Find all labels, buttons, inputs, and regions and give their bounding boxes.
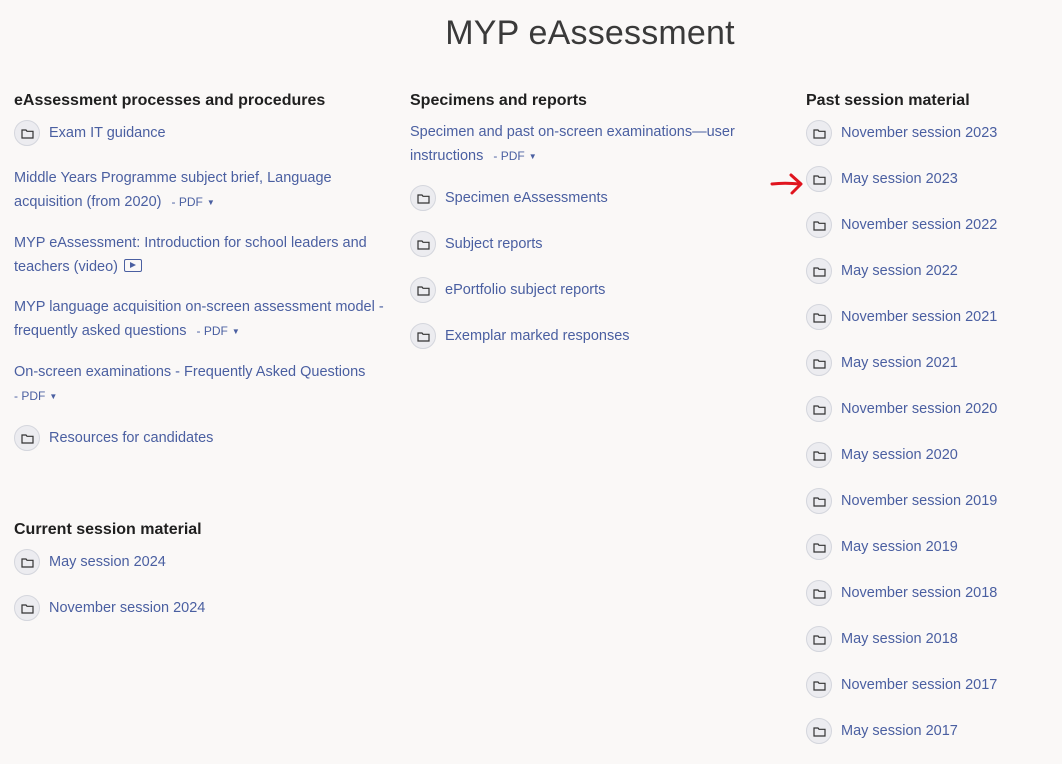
folder-past-session-item[interactable]: May session 2022 bbox=[806, 258, 1056, 284]
folder-icon bbox=[806, 442, 832, 468]
processes-column: eAssessment processes and procedures Exa… bbox=[14, 92, 384, 471]
folder-label: May session 2023 bbox=[841, 171, 958, 187]
faq-language-link[interactable]: MYP language acquisition on-screen asses… bbox=[14, 295, 384, 344]
folder-label: November session 2018 bbox=[841, 585, 998, 601]
folder-icon bbox=[410, 231, 436, 257]
folder-icon bbox=[806, 626, 832, 652]
folder-icon bbox=[806, 488, 832, 514]
folder-icon bbox=[14, 120, 40, 146]
user-instructions-text: Specimen and past on-screen examinations… bbox=[410, 124, 735, 164]
folder-icon bbox=[410, 277, 436, 303]
folder-label: November session 2022 bbox=[841, 217, 998, 233]
folder-past-session-item[interactable]: May session 2023 bbox=[806, 166, 1056, 192]
folder-label: May session 2018 bbox=[841, 631, 958, 647]
intro-video-link[interactable]: MYP eAssessment: Introduction for school… bbox=[14, 231, 384, 279]
caret-down-icon: ▼ bbox=[231, 327, 240, 336]
folder-label: Subject reports bbox=[445, 236, 543, 252]
folder-icon bbox=[806, 212, 832, 238]
intro-video-text: MYP eAssessment: Introduction for school… bbox=[14, 235, 367, 275]
folder-icon bbox=[806, 258, 832, 284]
folder-label: May session 2020 bbox=[841, 447, 958, 463]
folder-past-session-item[interactable]: November session 2021 bbox=[806, 304, 1056, 330]
folder-past-session-item[interactable]: November session 2018 bbox=[806, 580, 1056, 606]
folder-icon bbox=[806, 350, 832, 376]
folder-label: ePortfolio subject reports bbox=[445, 282, 606, 298]
faq-exam-text: On-screen examinations - Frequently Aske… bbox=[14, 364, 366, 380]
folder-label: November session 2020 bbox=[841, 401, 998, 417]
folder-label: May session 2022 bbox=[841, 263, 958, 279]
pdf-dropdown[interactable]: - PDF ▼ bbox=[172, 195, 215, 209]
subject-brief-link[interactable]: Middle Years Programme subject brief, La… bbox=[14, 166, 384, 215]
current-session-section: Current session material May session 202… bbox=[14, 521, 384, 641]
folder-past-session-item[interactable]: May session 2017 bbox=[806, 718, 1056, 744]
folder-icon bbox=[806, 672, 832, 698]
folder-label: November session 2021 bbox=[841, 309, 998, 325]
folder-label: May session 2024 bbox=[49, 554, 166, 570]
past-session-column: Past session material November session 2… bbox=[806, 92, 1056, 764]
caret-down-icon: ▼ bbox=[206, 198, 215, 207]
folder-past-session-item[interactable]: May session 2018 bbox=[806, 626, 1056, 652]
folder-past-session-item[interactable]: November session 2019 bbox=[806, 488, 1056, 514]
folder-icon bbox=[806, 166, 832, 192]
specimens-column: Specimens and reports Specimen and past … bbox=[410, 92, 760, 369]
folder-icon bbox=[14, 425, 40, 451]
pdf-dropdown[interactable]: - PDF ▼ bbox=[14, 389, 57, 403]
folder-may-2024[interactable]: May session 2024 bbox=[14, 549, 384, 575]
processes-heading: eAssessment processes and procedures bbox=[14, 92, 326, 109]
video-icon bbox=[124, 259, 142, 272]
faq-exam-link[interactable]: On-screen examinations - Frequently Aske… bbox=[14, 360, 384, 409]
page-title: MYP eAssessment bbox=[445, 14, 735, 52]
folder-past-session-item[interactable]: November session 2020 bbox=[806, 396, 1056, 422]
pdf-dropdown[interactable]: - PDF ▼ bbox=[493, 149, 536, 163]
folder-past-session-item[interactable]: May session 2021 bbox=[806, 350, 1056, 376]
folder-label: November session 2024 bbox=[49, 600, 206, 616]
folder-icon bbox=[14, 549, 40, 575]
caret-down-icon: ▼ bbox=[49, 392, 58, 401]
folder-label: May session 2017 bbox=[841, 723, 958, 739]
caret-down-icon: ▼ bbox=[528, 152, 537, 161]
folder-icon bbox=[806, 580, 832, 606]
folder-icon bbox=[806, 534, 832, 560]
folder-november-2024[interactable]: November session 2024 bbox=[14, 595, 384, 621]
folder-resources-for-candidates[interactable]: Resources for candidates bbox=[14, 425, 384, 451]
folder-past-session-item[interactable]: November session 2022 bbox=[806, 212, 1056, 238]
folder-label: Exam IT guidance bbox=[49, 125, 166, 141]
past-session-list: November session 2023 May session 2023 Nov… bbox=[806, 120, 1056, 744]
folder-past-session-item[interactable]: November session 2017 bbox=[806, 672, 1056, 698]
folder-label: November session 2017 bbox=[841, 677, 998, 693]
folder-icon bbox=[806, 120, 832, 146]
user-instructions-link[interactable]: Specimen and past on-screen examinations… bbox=[410, 120, 760, 169]
folder-label: November session 2019 bbox=[841, 493, 998, 509]
folder-label: Exemplar marked responses bbox=[445, 328, 630, 344]
folder-past-session-item[interactable]: May session 2019 bbox=[806, 534, 1056, 560]
past-session-heading: Past session material bbox=[806, 92, 970, 109]
folder-label: November session 2023 bbox=[841, 125, 998, 141]
folder-icon bbox=[806, 718, 832, 744]
folder-past-session-item[interactable]: May session 2020 bbox=[806, 442, 1056, 468]
pdf-dropdown[interactable]: - PDF ▼ bbox=[197, 324, 240, 338]
folder-specimen-eassessments[interactable]: Specimen eAssessments bbox=[410, 185, 760, 211]
folder-icon bbox=[806, 304, 832, 330]
folder-icon bbox=[14, 595, 40, 621]
current-session-heading: Current session material bbox=[14, 521, 202, 538]
folder-icon bbox=[410, 185, 436, 211]
specimens-heading: Specimens and reports bbox=[410, 92, 587, 109]
folder-label: Specimen eAssessments bbox=[445, 190, 608, 206]
folder-exam-it-guidance[interactable]: Exam IT guidance bbox=[14, 120, 384, 146]
red-arrow-annotation bbox=[770, 173, 803, 195]
folder-icon bbox=[410, 323, 436, 349]
folder-icon bbox=[806, 396, 832, 422]
folder-past-session-item[interactable]: November session 2023 bbox=[806, 120, 1056, 146]
folder-eportfolio-subject-reports[interactable]: ePortfolio subject reports bbox=[410, 277, 760, 303]
folder-subject-reports[interactable]: Subject reports bbox=[410, 231, 760, 257]
folder-exemplar-marked-responses[interactable]: Exemplar marked responses bbox=[410, 323, 760, 349]
folder-label: Resources for candidates bbox=[49, 430, 214, 446]
folder-label: May session 2021 bbox=[841, 355, 958, 371]
folder-label: May session 2019 bbox=[841, 539, 958, 555]
